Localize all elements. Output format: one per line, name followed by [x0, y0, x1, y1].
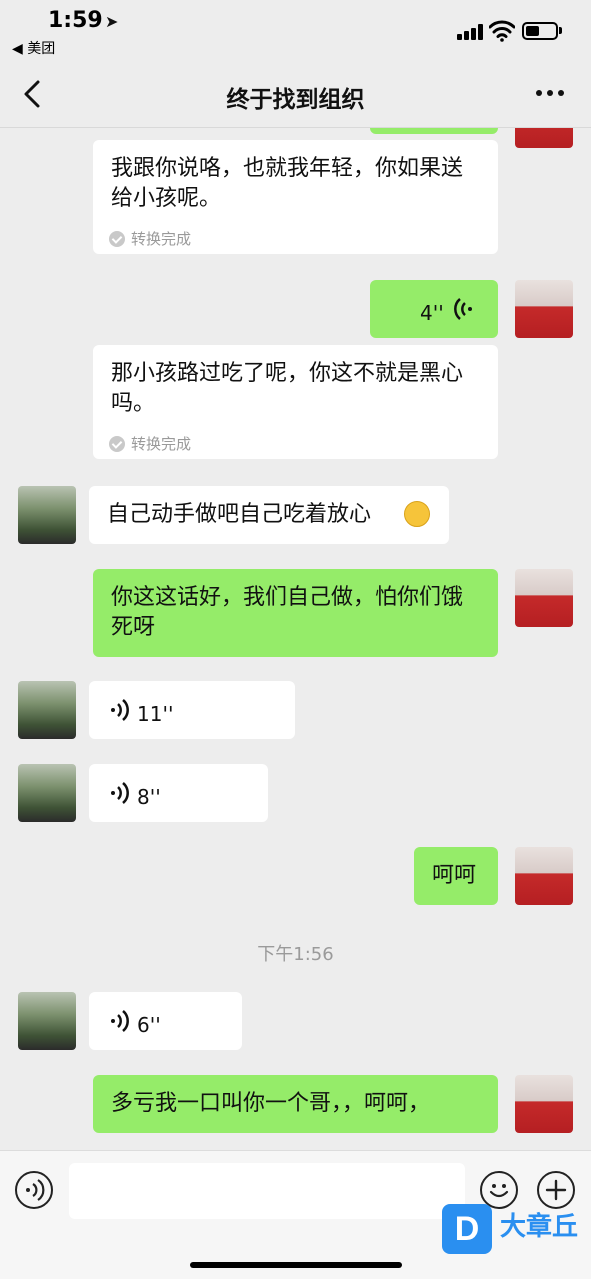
location-arrow-icon: ➤ [105, 12, 119, 31]
voice-duration: 11'' [137, 702, 174, 726]
text-message-me[interactable]: 呵呵 [414, 847, 498, 905]
transcript-status: 转换完成 [109, 429, 191, 459]
avatar-contact[interactable] [18, 681, 76, 739]
watermark-logo-icon: D [442, 1204, 492, 1254]
voice-duration: 8'' [137, 785, 161, 809]
message-text: 呵呵 [432, 863, 477, 888]
back-to-app-link[interactable]: ◀ 美团 [12, 38, 55, 58]
message-timestamp: 下午1:56 [257, 944, 334, 965]
voice-transcript-card[interactable]: 那小孩路过吃了呢，你这不就是黑心吗。 转换完成 [93, 345, 498, 459]
status-bar: 1:59 ➤ ◀ 美团 [0, 0, 591, 60]
voice-wave-icon [111, 782, 129, 804]
status-time: 1:59 [48, 8, 103, 33]
chat-title: 终于找到组织 [226, 87, 365, 113]
check-circle-icon [109, 231, 125, 247]
cellular-signal-icon [457, 24, 485, 40]
transcript-text: 那小孩路过吃了呢，你这不就是黑心吗。 [111, 361, 464, 416]
text-message-contact[interactable]: 自己动手做吧自己吃着放心 [89, 486, 449, 544]
message-input[interactable] [69, 1163, 465, 1219]
voice-wave-icon [111, 699, 129, 721]
message-text: 多亏我一口叫你一个哥，，呵呵， [111, 1091, 431, 1116]
avatar-me[interactable] [515, 128, 573, 148]
voice-wave-icon [26, 1179, 45, 1201]
transcript-status: 转换完成 [109, 224, 191, 254]
voice-message-contact[interactable]: 11'' [89, 681, 295, 739]
battery-nub [559, 27, 562, 34]
watermark-text: 大章丘 [500, 1212, 579, 1242]
avatar-me[interactable] [515, 569, 573, 627]
battery-icon [522, 22, 558, 40]
message-text: 自己动手做吧自己吃着放心 [107, 502, 372, 527]
avatar-contact[interactable] [18, 992, 76, 1050]
message-text: 你这这话好，我们自己做，怕你们饿死呀 [111, 585, 464, 640]
avatar-contact[interactable] [18, 486, 76, 544]
smile-face-icon [489, 1184, 509, 1198]
voice-transcript-card[interactable]: 我跟你说咯，也就我年轻，你如果送给小孩呢。 转换完成 [93, 140, 498, 254]
home-indicator[interactable] [190, 1262, 402, 1268]
voice-wave-icon [111, 1010, 129, 1032]
voice-wave-icon [454, 298, 472, 320]
avatar-me[interactable] [515, 280, 573, 338]
voice-message-contact[interactable]: 6'' [89, 992, 242, 1050]
check-circle-icon [109, 436, 125, 452]
message-bubble-partial[interactable] [370, 128, 498, 134]
message-list[interactable]: 我跟你说咯，也就我年轻，你如果送给小孩呢。 转换完成 4'' 那小孩路过吃了呢，… [0, 128, 591, 1150]
text-message-me[interactable]: 多亏我一口叫你一个哥，，呵呵， [93, 1075, 498, 1133]
avatar-contact[interactable] [18, 764, 76, 822]
voice-duration: 6'' [137, 1013, 161, 1037]
voice-duration: 4'' [420, 301, 444, 325]
transcript-text: 我跟你说咯，也就我年轻，你如果送给小孩呢。 [111, 156, 464, 211]
text-message-me[interactable]: 你这这话好，我们自己做，怕你们饿死呀 [93, 569, 498, 657]
plus-icon [545, 1179, 567, 1201]
avatar-me[interactable] [515, 1075, 573, 1133]
chat-header: 终于找到组织 [0, 60, 591, 128]
smile-emoji-icon [404, 501, 430, 527]
more-options-icon[interactable] [536, 90, 566, 98]
voice-input-toggle-icon[interactable] [15, 1171, 53, 1209]
avatar-me[interactable] [515, 847, 573, 905]
voice-message-me[interactable]: 4'' [370, 280, 498, 338]
more-features-plus-icon[interactable] [537, 1171, 575, 1209]
wifi-icon [489, 20, 515, 42]
voice-message-contact[interactable]: 8'' [89, 764, 268, 822]
